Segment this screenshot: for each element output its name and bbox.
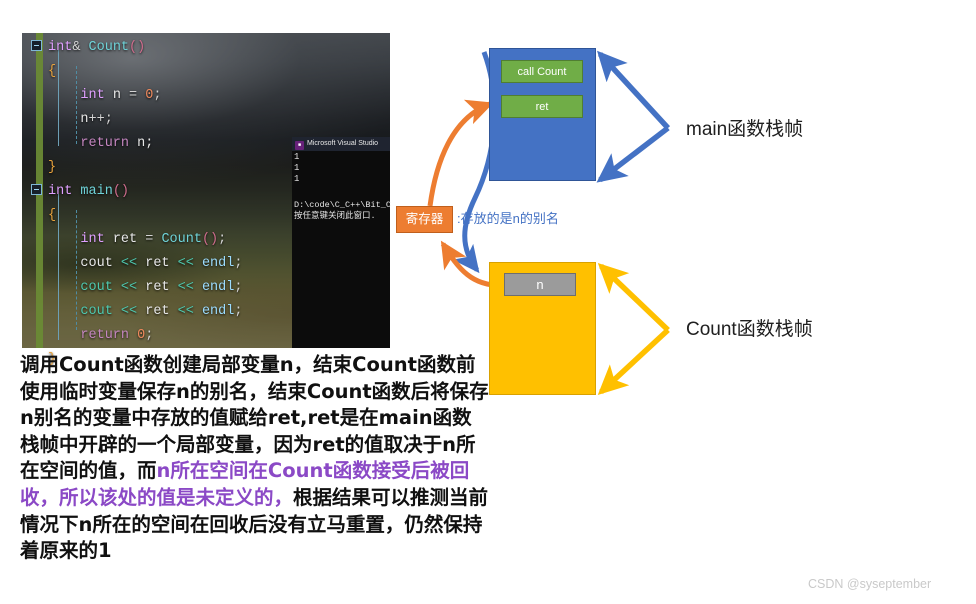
code-token: cout	[48, 256, 113, 271]
register-label: 寄存器	[396, 206, 453, 233]
code-token: ;	[234, 280, 243, 295]
code-line: {	[48, 60, 242, 84]
code-line: return 0;	[48, 324, 242, 348]
console-title-text: Microsoft Visual Studio	[307, 140, 379, 147]
main-frame-brace	[596, 50, 671, 183]
code-line: n++;	[48, 108, 242, 132]
console-line: 按任意键关闭此窗口.	[294, 211, 376, 221]
chip-call-count: call Count	[501, 60, 583, 83]
code-token: n	[48, 112, 89, 127]
code-token: main	[80, 184, 113, 199]
code-text: int& Count(){ int n = 0; n++; return n;}…	[31, 36, 242, 372]
count-frame-brace	[597, 262, 670, 395]
console-line: D:\code\C_C++\Bit_C	[294, 200, 391, 210]
code-token: ret	[145, 304, 170, 319]
register-out-arrow	[427, 99, 494, 207]
code-line: cout << ret << endl;	[48, 300, 242, 324]
code-token: int	[48, 232, 105, 247]
watermark: CSDN @syseptember	[808, 577, 932, 591]
code-token: <<	[169, 256, 202, 271]
code-token: <<	[112, 280, 146, 295]
code-token: return	[48, 328, 130, 343]
code-token: Count	[161, 232, 202, 247]
count-frame-label: Count函数栈帧	[686, 319, 813, 340]
code-line: int& Count()	[31, 36, 242, 60]
code-token: <<	[112, 256, 146, 271]
code-token: ;	[234, 256, 243, 271]
code-token: int	[48, 40, 73, 55]
register-note: :存放的是n的别名	[457, 211, 559, 226]
visual-studio-icon: ■	[295, 141, 304, 150]
code-token: ret	[145, 256, 170, 271]
code-token: cout	[48, 304, 113, 319]
explanation-paragraph: 调用Count函数创建局部变量n，结束Count函数前使用临时变量保存n的别名，…	[20, 352, 490, 565]
console-output: 111	[294, 152, 394, 185]
code-token: endl	[201, 256, 235, 271]
code-token: <<	[112, 304, 146, 319]
console-line: 1	[294, 163, 300, 173]
code-token: &	[72, 40, 89, 55]
code-token: <<	[169, 304, 202, 319]
code-token: {	[48, 208, 57, 223]
code-token: ()	[201, 232, 219, 247]
code-line: cout << ret << endl;	[48, 276, 242, 300]
code-token: ;	[234, 304, 243, 319]
code-token: ()	[129, 40, 146, 55]
code-line: int ret = Count();	[48, 228, 242, 252]
code-token: int	[48, 88, 105, 103]
code-token: ;	[153, 88, 162, 103]
code-token: <<	[169, 280, 202, 295]
code-token: =	[145, 232, 162, 247]
console-prompt: D:\code\C_C++\Bit_C 按任意键关闭此窗口.	[294, 200, 404, 222]
chip-variable-n: n	[504, 273, 576, 296]
code-token: ++;	[88, 112, 113, 127]
code-token: ()	[112, 184, 130, 199]
code-token: n	[104, 88, 130, 103]
code-line: {	[48, 204, 242, 228]
code-line: return n;	[48, 132, 242, 156]
console-line: 1	[294, 174, 300, 184]
chip-ret: ret	[501, 95, 583, 118]
console-line: 1	[294, 152, 300, 162]
code-token: n;	[129, 136, 154, 151]
code-line: cout << ret << endl;	[48, 252, 242, 276]
code-token: ret	[145, 280, 170, 295]
code-token: ret	[104, 232, 146, 247]
fold-toggle-icon[interactable]	[31, 184, 42, 195]
code-line: int n = 0;	[48, 84, 242, 108]
code-line: int main()	[31, 180, 242, 204]
code-token: ;	[145, 328, 154, 343]
code-token: ;	[218, 232, 227, 247]
code-line: }	[48, 156, 242, 180]
code-token: endl	[201, 280, 235, 295]
code-token: =	[129, 88, 146, 103]
code-token: {	[48, 64, 57, 79]
code-token: }	[48, 160, 57, 175]
code-token: cout	[48, 280, 113, 295]
code-token: Count	[88, 40, 130, 55]
code-token: return	[48, 136, 130, 151]
code-token: endl	[201, 304, 235, 319]
console-titlebar: ■ Microsoft Visual Studio	[292, 137, 390, 151]
fold-toggle-icon[interactable]	[31, 40, 42, 51]
code-token: int	[48, 184, 73, 199]
main-frame-label: main函数栈帧	[686, 119, 804, 140]
